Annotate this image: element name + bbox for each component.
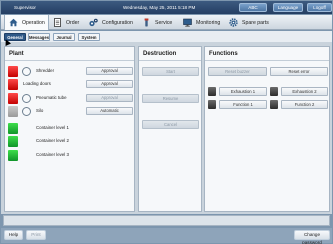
plant-row-container-level-2: Container level 2 (8, 136, 134, 147)
tab-monitoring[interactable]: Monitoring (183, 15, 225, 30)
function-indicator (270, 87, 278, 96)
bottom-bar: Help Print Change password (1, 228, 332, 244)
main-tab-bar: Operation Order Configuration Service Mo… (1, 15, 332, 30)
tab-label: Service (155, 19, 173, 26)
tab-order[interactable]: Order (53, 15, 85, 30)
plant-label: Silo (36, 108, 44, 113)
datetime-display: Wednesday, May 25, 2011 5:18 PM (123, 5, 196, 10)
destruction-panel: Destruction Start Resume Cancel (138, 46, 202, 212)
exhaustion-2-button[interactable]: Exhaustion 2 (281, 87, 328, 96)
plant-row-pneumatic-tube: Pneumatic tube Approval (8, 93, 134, 104)
tab-label: Configuration (102, 19, 133, 26)
plant-label: Container level 3 (36, 152, 69, 157)
current-user: Supervisor (14, 5, 36, 10)
tab-label: Operation (22, 19, 45, 26)
status-indicator (8, 79, 18, 90)
help-button[interactable]: Help (4, 230, 23, 240)
reset-buzzer-button[interactable]: Reset buzzer (208, 67, 267, 76)
status-bar (3, 215, 330, 226)
function-1-button[interactable]: Function 1 (219, 100, 267, 109)
plant-title: Plant (9, 51, 24, 57)
plant-row-container-level-1: Container level 1 (8, 123, 134, 134)
automatic-button[interactable]: Automatic (86, 107, 133, 115)
state-lamp (22, 67, 31, 76)
functions-title: Functions (209, 51, 238, 57)
plant-label: Pneumatic tube (36, 95, 67, 100)
function-2-button[interactable]: Function 2 (281, 100, 328, 109)
state-lamp (22, 107, 31, 116)
function-indicator (270, 100, 278, 109)
main-content: Plant Shredder Approval Loading doors Ap… (1, 42, 332, 214)
approval-button[interactable]: Approval (86, 80, 133, 88)
app-window: Supervisor Wednesday, May 25, 2011 5:18 … (0, 0, 333, 244)
title-bar: Supervisor Wednesday, May 25, 2011 5:18 … (1, 1, 332, 14)
tab-label: Spare parts (242, 19, 269, 26)
functions-panel: Functions Reset buzzer Reset error Exhau… (204, 46, 330, 212)
plant-row-container-level-3: Container level 3 (8, 150, 134, 161)
subtab-system[interactable]: System (78, 33, 100, 41)
status-indicator (8, 150, 18, 161)
cancel-button[interactable]: Cancel (142, 120, 199, 129)
tab-spare-parts[interactable]: Spare parts (229, 15, 279, 30)
function-indicator (208, 100, 216, 109)
language-button[interactable]: Language (273, 3, 303, 12)
approval-button[interactable]: Approval (86, 94, 133, 102)
home-icon (9, 18, 18, 27)
plant-label: Shredder (36, 68, 55, 73)
cog-icon (229, 18, 238, 27)
status-indicator (8, 136, 18, 147)
state-lamp (22, 94, 31, 103)
divider (5, 60, 134, 61)
print-button[interactable]: Print (26, 230, 46, 240)
reset-error-button[interactable]: Reset error (270, 67, 328, 76)
abc-button[interactable]: ABC (239, 3, 267, 12)
wrench-icon (142, 18, 151, 27)
sub-tab-bar: General Messages Journal System (1, 31, 332, 42)
destruction-title: Destruction (143, 51, 177, 57)
status-indicator (8, 106, 18, 117)
tab-configuration[interactable]: Configuration (89, 15, 141, 30)
exhaustion-1-button[interactable]: Exhaustion 1 (219, 87, 267, 96)
status-indicator (8, 66, 18, 77)
plant-label: Container level 2 (36, 138, 69, 143)
function-indicator (208, 87, 216, 96)
plant-row-silo: Silo Automatic (8, 106, 134, 117)
plant-label: Container level 1 (36, 125, 69, 130)
tab-operation[interactable]: Operation (4, 15, 49, 30)
gears-icon (89, 18, 98, 27)
subtab-messages[interactable]: Messages (28, 33, 50, 41)
change-password-button[interactable]: Change password (294, 230, 330, 244)
status-indicator (8, 93, 18, 104)
plant-label: Loading doors (23, 81, 51, 86)
plant-row-shredder: Shredder Approval (8, 66, 134, 77)
divider (205, 60, 329, 61)
divider (139, 60, 201, 61)
approval-button[interactable]: Approval (86, 67, 133, 75)
status-indicator (8, 123, 18, 134)
tab-service[interactable]: Service (142, 15, 182, 30)
document-icon (53, 18, 62, 27)
plant-row-loading-doors: Loading doors Approval (8, 79, 134, 90)
tab-label: Order (66, 19, 80, 26)
start-button[interactable]: Start (142, 67, 199, 76)
tab-label: Monitoring (196, 19, 221, 26)
monitor-icon (183, 18, 192, 27)
resume-button[interactable]: Resume (142, 94, 199, 103)
plant-panel: Plant Shredder Approval Loading doors Ap… (4, 46, 135, 212)
subtab-journal[interactable]: Journal (53, 33, 75, 41)
logoff-button[interactable]: Logoff (307, 3, 332, 12)
